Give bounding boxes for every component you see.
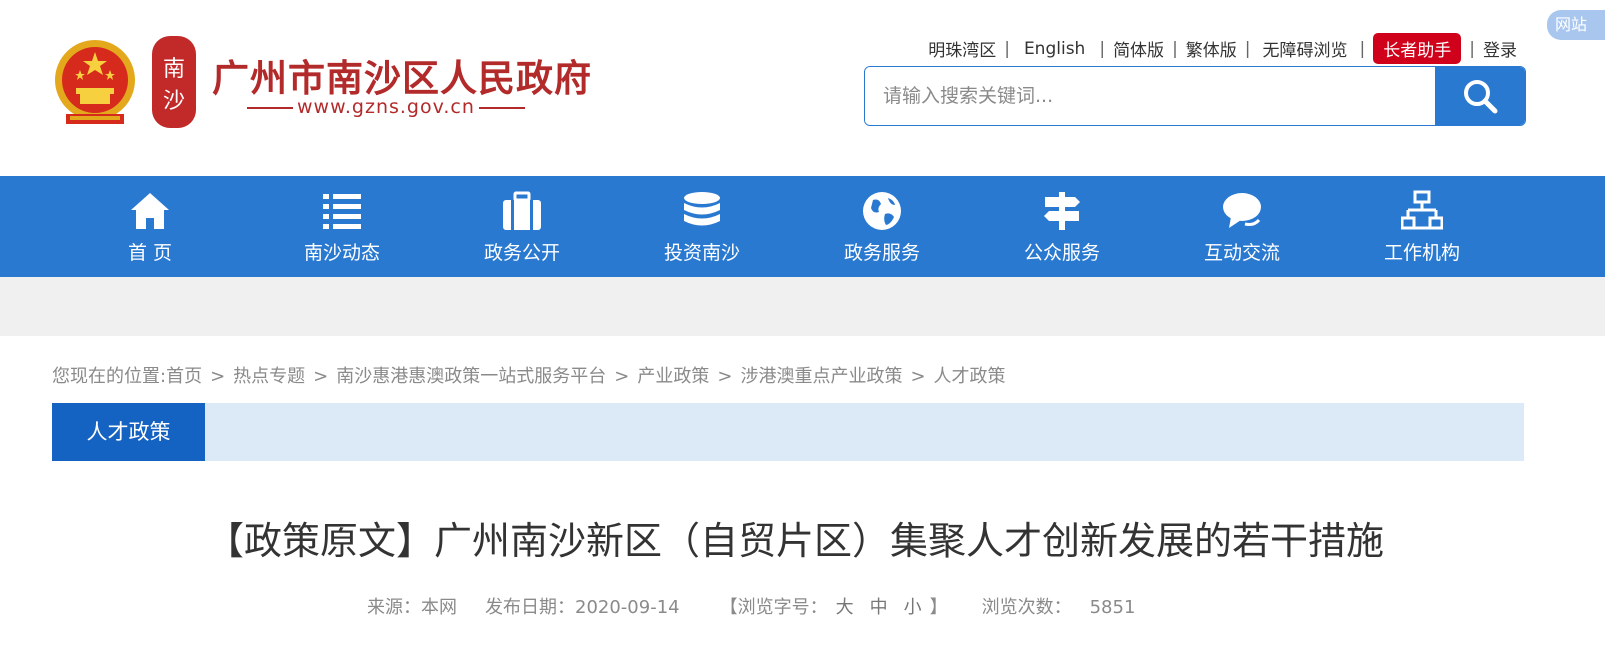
views-count: 5851 — [1089, 597, 1136, 618]
article-meta: 来源：本网 发布日期：2020-09-14 【浏览字号： 大中小】 浏览次数： 5851 — [367, 593, 1135, 619]
link-simplified[interactable]: 简体版 — [1105, 36, 1172, 61]
breadcrumb-hk-macao-policy[interactable]: 涉港澳重点产业政策 — [740, 366, 902, 387]
font-size-large[interactable]: 大 — [836, 593, 854, 619]
nav-item-gov-services[interactable]: 政务服务 — [802, 176, 962, 277]
section-tab-talent-policy[interactable]: 人才政策 — [52, 403, 205, 461]
nav-item-invest[interactable]: 投资南沙 — [622, 176, 782, 277]
briefcase-icon — [503, 191, 541, 230]
separator: | — [1359, 38, 1366, 59]
search-button[interactable] — [1435, 67, 1525, 125]
nansha-seal-logo: 南 沙 — [152, 36, 196, 128]
national-emblem-icon — [55, 40, 135, 124]
home-icon — [131, 193, 169, 229]
main-nav: 首 页 南沙动态 政务公开 投资南沙 政务服务 公众服务 互动交流 工作机构 — [0, 176, 1605, 277]
signpost-icon — [1044, 192, 1080, 230]
nav-label: 政务公开 — [483, 242, 560, 264]
nav-label: 互动交流 — [1203, 242, 1280, 264]
breadcrumb-home[interactable]: 首页 — [166, 366, 202, 387]
nav-item-news[interactable]: 南沙动态 — [262, 176, 422, 277]
nav-label: 工作机构 — [1383, 242, 1460, 264]
link-traditional[interactable]: 繁体版 — [1178, 36, 1245, 61]
article-date: 发布日期：2020-09-14 — [485, 597, 680, 618]
globe-icon — [863, 192, 901, 230]
views-label: 浏览次数： — [981, 597, 1072, 618]
nav-item-gov-affairs-open[interactable]: 政务公开 — [442, 176, 602, 277]
nav-item-organizations[interactable]: 工作机构 — [1342, 176, 1502, 277]
elder-assistant-button[interactable]: 长者助手 — [1373, 33, 1462, 64]
site-header: 南 沙 广州市南沙区人民政府 www.gzns.gov.cn 明珠湾区 | Eng… — [0, 0, 1605, 176]
list-icon — [323, 194, 361, 229]
breadcrumb: 您现在的位置:首页 > 热点专题 > 南沙惠港惠澳政策一站式服务平台 > 产业政策 > 涉港澳重… — [52, 362, 1006, 388]
breadcrumb-hot-topics[interactable]: 热点专题 — [233, 366, 305, 387]
coins-icon — [684, 192, 720, 226]
breadcrumb-prefix: 您现在的位置: — [52, 366, 167, 387]
link-mingzhu-bay[interactable]: 明珠湾区 — [920, 36, 1004, 61]
breadcrumb-service-platform[interactable]: 南沙惠港惠澳政策一站式服务平台 — [336, 366, 606, 387]
breadcrumb-arrow: > — [313, 366, 329, 387]
svg-text:南: 南 — [163, 57, 185, 82]
top-links: 明珠湾区 | English | 简体版 | 繁体版 | 无障碍浏览 | 长者助手 | 登录 — [920, 33, 1525, 64]
url-dash-right — [478, 106, 525, 109]
site-url: www.gzns.gov.cn — [243, 96, 529, 118]
site-url-text: www.gzns.gov.cn — [297, 96, 475, 118]
nav-item-home[interactable]: 首 页 — [70, 176, 230, 277]
chat-icon — [1223, 193, 1261, 228]
breadcrumb-industry-policy[interactable]: 产业政策 — [637, 366, 709, 387]
nav-label: 南沙动态 — [303, 242, 380, 264]
search-input[interactable] — [865, 67, 1435, 125]
banner-band — [0, 277, 1605, 336]
url-dash-left — [247, 106, 293, 109]
breadcrumb-arrow: > — [910, 366, 926, 387]
nav-label: 政务服务 — [843, 242, 920, 264]
link-accessibility[interactable]: 无障碍浏览 — [1251, 36, 1360, 61]
nav-label: 公众服务 — [1023, 242, 1100, 264]
breadcrumb-arrow: > — [614, 366, 630, 387]
login-link[interactable]: 登录 — [1475, 36, 1525, 61]
site-corner-badge[interactable]: 网站 — [1547, 10, 1605, 40]
font-size-label: 【浏览字号： — [719, 597, 828, 618]
breadcrumb-talent-policy[interactable]: 人才政策 — [934, 366, 1006, 387]
nav-label: 投资南沙 — [663, 242, 740, 264]
search-box — [864, 66, 1526, 126]
org-chart-icon — [1401, 190, 1443, 230]
breadcrumb-arrow: > — [210, 366, 226, 387]
section-header-bar: 人才政策 — [52, 403, 1524, 461]
article-source: 来源：本网 — [367, 597, 457, 618]
nav-label: 首 页 — [127, 242, 173, 264]
breadcrumb-arrow: > — [717, 366, 733, 387]
search-icon — [1464, 80, 1498, 114]
nav-item-public-services[interactable]: 公众服务 — [982, 176, 1142, 277]
svg-text:沙: 沙 — [163, 89, 185, 114]
article-title: 【政策原文】广州南沙新区（自贸片区）集聚人才创新发展的若干措施 — [205, 519, 1384, 563]
font-size-small[interactable]: 小 — [904, 593, 922, 619]
font-size-end: 】 — [929, 597, 948, 618]
site-title: 广州市南沙区人民政府 — [212, 57, 592, 100]
link-english[interactable]: English — [1010, 39, 1099, 59]
font-size-medium[interactable]: 中 — [870, 593, 888, 619]
nav-item-interaction[interactable]: 互动交流 — [1162, 176, 1322, 277]
